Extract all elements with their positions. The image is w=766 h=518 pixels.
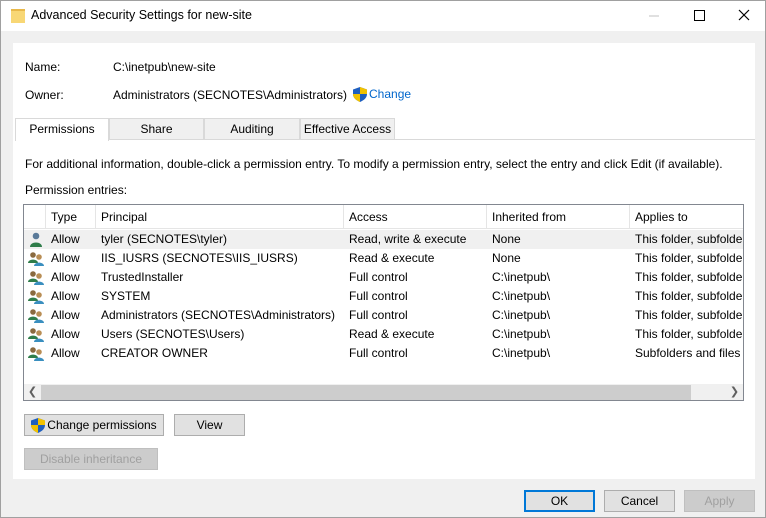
change-permissions-label: Change permissions [47,418,157,432]
cancel-button[interactable]: Cancel [604,490,675,512]
cell-type: Allow [51,251,80,265]
instructions-text: For additional information, double-click… [25,157,723,171]
horizontal-scrollbar[interactable]: ❮ ❯ [24,384,743,400]
tab-permissions[interactable]: Permissions [15,118,109,141]
cell-type: Allow [51,270,80,284]
cell-type: Allow [51,327,80,341]
disable-inheritance-button[interactable]: Disable inheritance [24,448,158,470]
scrollbar-thumb[interactable] [41,385,691,400]
scroll-right-icon[interactable]: ❯ [726,384,743,400]
cell-principal: SYSTEM [101,289,151,303]
cell-inherited-from: C:\inetpub\ [492,308,551,322]
name-label: Name: [25,60,61,74]
minimize-button[interactable] [631,1,677,31]
header-icon-column [24,205,46,229]
apply-button[interactable]: Apply [684,490,755,512]
folder-icon [11,9,25,23]
group-icon [28,271,44,285]
cell-access: Full control [349,270,408,284]
list-header: Type Principal Access Inherited from App… [24,205,743,229]
cell-inherited-from: None [492,251,521,265]
cell-type: Allow [51,308,80,322]
cell-access: Full control [349,346,408,360]
cell-principal: CREATOR OWNER [101,346,208,360]
change-link-text[interactable]: Change [369,87,411,101]
cell-applies-to: This folder, subfolders [635,232,743,246]
table-row[interactable]: Allow IIS_IUSRS (SECNOTES\IIS_IUSRS) Read … [24,249,743,268]
cell-access: Read & execute [349,327,435,341]
owner-value: Administrators (SECNOTES\Administrators) [113,88,348,102]
header-applies-to[interactable]: Applies to [630,205,743,229]
cell-type: Allow [51,346,80,360]
cell-applies-to: This folder, subfolders [635,308,743,322]
table-row[interactable]: Allow tyler (SECNOTES\tyler) Read, write &… [24,230,743,249]
header-principal[interactable]: Principal [96,205,344,229]
permission-entries-list[interactable]: Type Principal Access Inherited from App… [23,204,744,401]
table-row[interactable]: Allow Users (SECNOTES\Users) Read & execut… [24,325,743,344]
name-value: C:\inetpub\new-site [113,60,216,74]
maximize-icon [694,10,705,21]
cell-access: Full control [349,308,408,322]
uac-shield-icon [353,87,367,103]
cell-applies-to: This folder, subfolders [635,270,743,284]
close-button[interactable] [721,1,766,31]
cell-type: Allow [51,232,80,246]
tab-divider [15,139,755,140]
header-access[interactable]: Access [344,205,487,229]
cell-principal: tyler (SECNOTES\tyler) [101,232,228,246]
table-row[interactable]: Allow SYSTEM Full control C:\inetpub\ This f… [24,287,743,306]
tab-effective-access[interactable]: Effective Access [300,118,395,140]
change-owner-link[interactable]: Change [353,87,411,103]
cell-inherited-from: C:\inetpub\ [492,346,551,360]
group-icon [28,347,44,361]
group-icon [28,328,44,342]
group-icon [28,252,44,266]
minimize-icon [649,15,659,17]
cell-applies-to: Subfolders and files only [635,346,743,360]
cell-inherited-from: None [492,232,521,246]
change-permissions-button[interactable]: Change permissions [24,414,164,436]
close-icon [738,9,750,21]
tab-share[interactable]: Share [109,118,204,140]
group-icon [28,290,44,304]
cell-access: Full control [349,289,408,303]
cell-inherited-from: C:\inetpub\ [492,289,551,303]
user-icon [30,232,42,247]
cell-inherited-from: C:\inetpub\ [492,327,551,341]
owner-label: Owner: [25,88,64,102]
cell-access: Read, write & execute [349,232,467,246]
cell-principal: TrustedInstaller [101,270,184,284]
ok-button[interactable]: OK [524,490,595,512]
cell-applies-to: This folder, subfolders [635,251,743,265]
cell-applies-to: This folder, subfolders [635,289,743,303]
cell-type: Allow [51,289,80,303]
table-row[interactable]: Allow TrustedInstaller Full control C:\inet… [24,268,743,287]
advanced-security-window: Advanced Security Settings for new-site … [0,0,766,518]
tab-auditing[interactable]: Auditing [204,118,300,140]
title-bar[interactable]: Advanced Security Settings for new-site [1,1,765,31]
cell-inherited-from: C:\inetpub\ [492,270,551,284]
cell-access: Read & execute [349,251,435,265]
table-row[interactable]: Allow Administrators (SECNOTES\Administra… [24,306,743,325]
group-icon [28,309,44,323]
cell-principal: Users (SECNOTES\Users) [101,327,245,341]
scroll-left-icon[interactable]: ❮ [24,384,41,400]
window-title: Advanced Security Settings for new-site [31,8,252,22]
view-button[interactable]: View [174,414,245,436]
table-row[interactable]: Allow CREATOR OWNER Full control C:\inetpub… [24,344,743,363]
header-inherited-from[interactable]: Inherited from [487,205,630,229]
uac-shield-icon [31,418,46,434]
maximize-button[interactable] [676,1,722,31]
cell-applies-to: This folder, subfolders [635,327,743,341]
cell-principal: IIS_IUSRS (SECNOTES\IIS_IUSRS) [101,251,298,265]
cell-principal: Administrators (SECNOTES\Administrators) [101,308,336,322]
header-type[interactable]: Type [46,205,96,229]
permission-entries-label: Permission entries: [25,183,128,197]
